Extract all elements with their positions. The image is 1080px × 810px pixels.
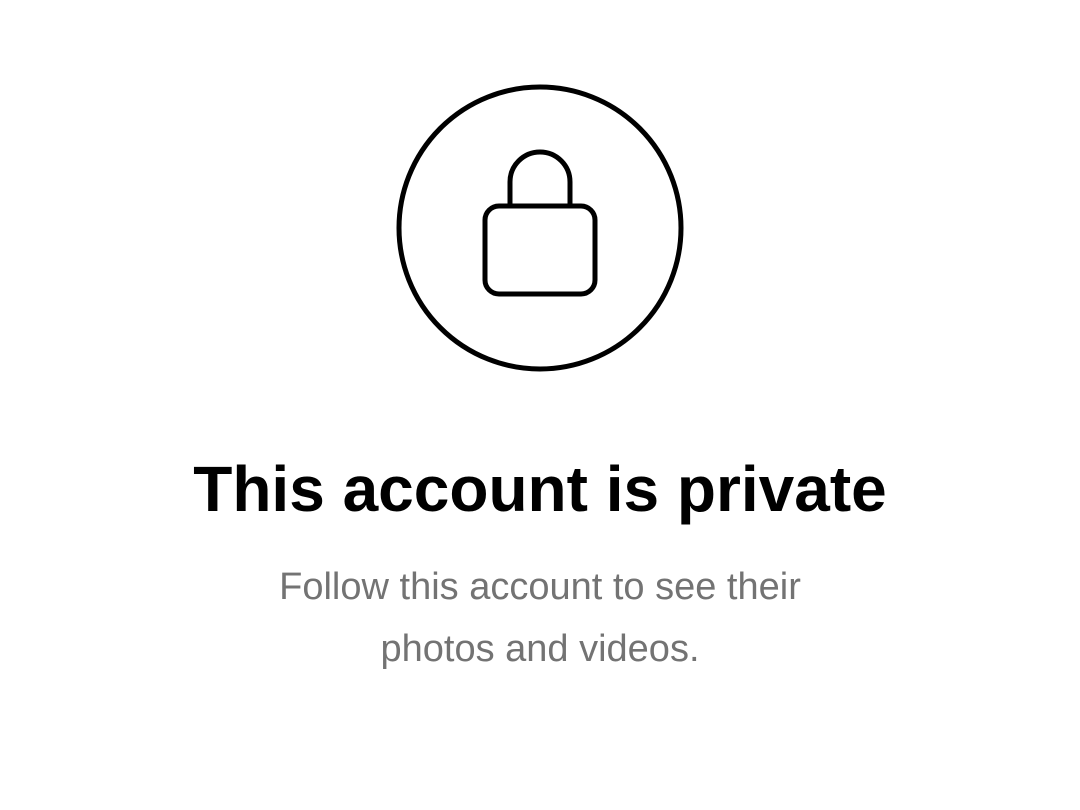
lock-icon xyxy=(396,84,684,372)
private-account-state: This account is private Follow this acco… xyxy=(0,0,1080,810)
private-account-message: Follow this account to see their photos … xyxy=(279,566,801,670)
lock-icon-body xyxy=(482,203,598,297)
lock-circle xyxy=(396,84,684,372)
lock-icon-shackle xyxy=(507,149,573,209)
lock-icon-circle xyxy=(396,84,684,372)
private-account-title: This account is private xyxy=(193,452,887,525)
